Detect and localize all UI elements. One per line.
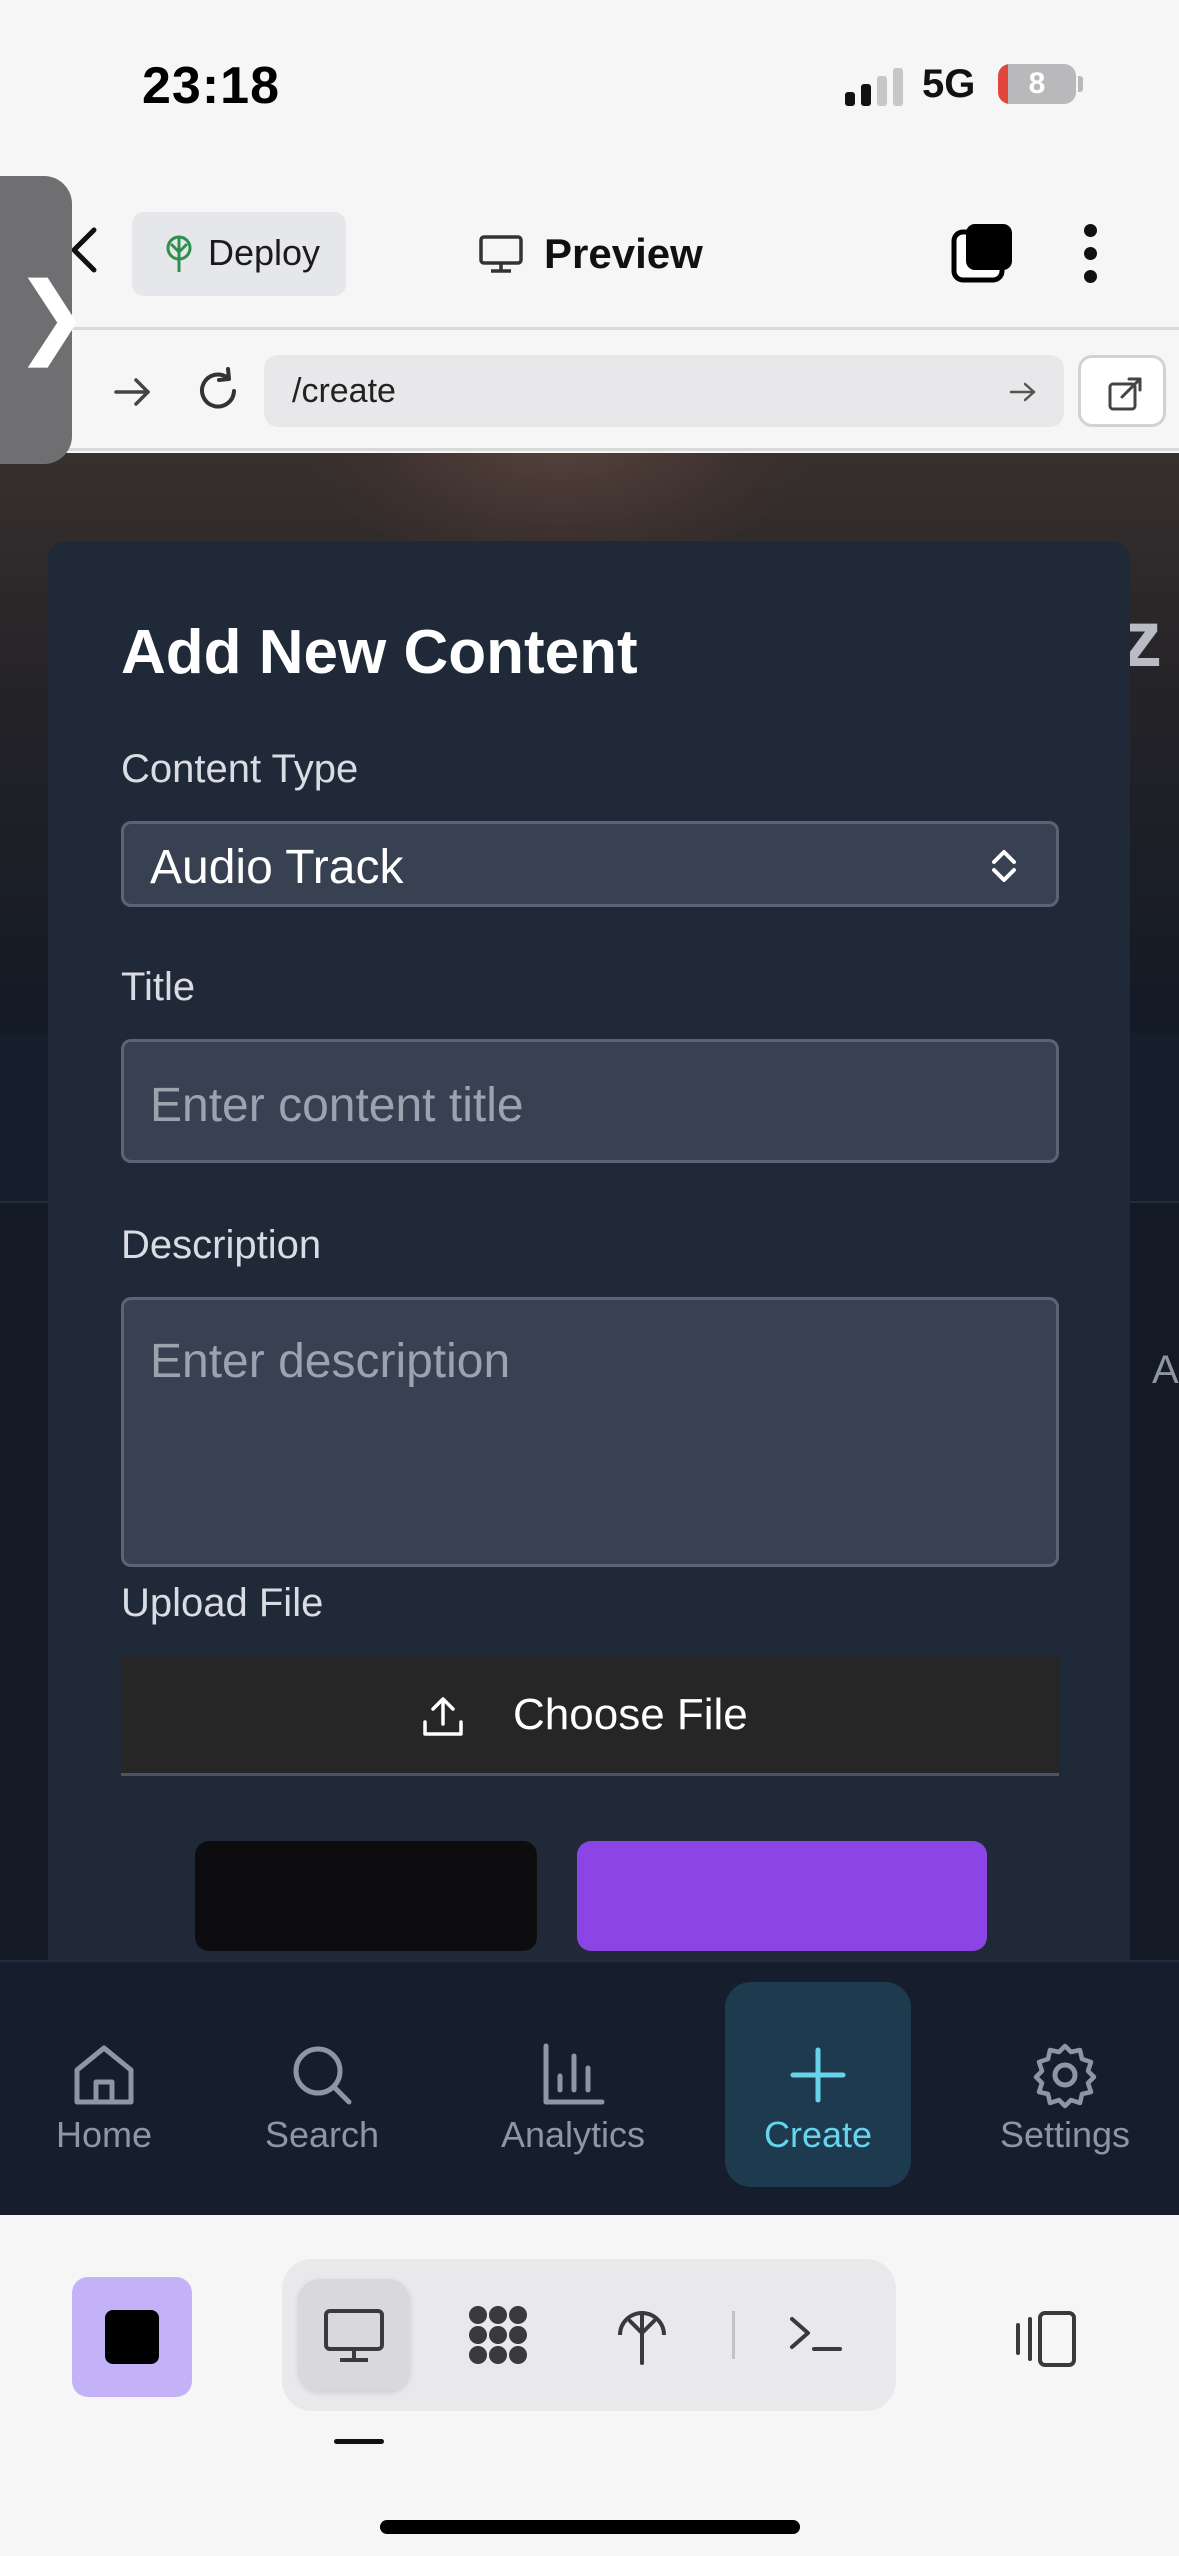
search-icon	[293, 2046, 352, 2105]
signal-icon	[845, 68, 903, 106]
nav-label: Home	[55, 2114, 153, 2155]
arrow-right-icon[interactable]	[110, 369, 156, 415]
cancel-button[interactable]	[195, 1841, 537, 1951]
preview-label: Preview	[544, 230, 703, 277]
submit-button[interactable]	[577, 1841, 987, 1951]
description-placeholder: Enter description	[150, 1335, 511, 1388]
tabs-button[interactable]	[950, 222, 1014, 286]
monitor-icon	[324, 2309, 384, 2362]
url-text: /create	[292, 372, 396, 410]
content-type-value: Audio Track	[150, 841, 404, 894]
status-bar: 23:18 5G 8	[0, 0, 1179, 170]
drawer-toggle[interactable]: ❯	[0, 176, 89, 464]
tree-antenna-icon	[618, 2311, 666, 2365]
grid-blob-icon	[469, 2306, 527, 2364]
url-bar: /create	[0, 333, 1179, 451]
url-field[interactable]: /create	[264, 355, 1064, 427]
tree-antenna-icon	[166, 235, 192, 272]
mode-preview-button[interactable]	[298, 2279, 410, 2391]
title-placeholder: Enter content title	[150, 1079, 524, 1132]
choose-file-button[interactable]: Choose File	[121, 1656, 1059, 1776]
open-external-button[interactable]	[1078, 355, 1166, 427]
content-type-label: Content Type	[121, 747, 359, 791]
active-mode-indicator	[334, 2439, 384, 2444]
mode-divider	[732, 2311, 735, 2359]
mode-grid-button[interactable]	[442, 2279, 554, 2391]
app-switcher-button[interactable]	[72, 2277, 192, 2397]
mode-deploy-button[interactable]	[586, 2279, 698, 2391]
mode-switcher	[282, 2259, 896, 2411]
stacked-tabs-icon	[951, 224, 1012, 283]
battery-tip	[1078, 76, 1083, 92]
app-bar: Deploy Preview	[0, 170, 1179, 330]
nav-create[interactable]: Create	[725, 1982, 911, 2187]
description-label: Description	[121, 1223, 322, 1267]
bottom-toolbar	[0, 2215, 1179, 2556]
upload-label: Upload File	[121, 1581, 324, 1625]
deploy-button[interactable]: Deploy	[132, 212, 346, 296]
title-input[interactable]: Enter content title	[121, 1039, 1059, 1163]
chevron-right-icon: ❯	[14, 266, 90, 366]
deploy-label: Deploy	[208, 232, 321, 273]
gear-icon	[1033, 2043, 1097, 2109]
nav-label: Settings	[999, 2114, 1131, 2155]
nav-label: Search	[264, 2114, 380, 2155]
add-content-modal: Add New Content Content Type Audio Track…	[48, 541, 1130, 1960]
nav-search[interactable]: Search	[240, 1982, 404, 2187]
status-time: 23:18	[142, 57, 280, 115]
reload-icon[interactable]	[192, 365, 244, 417]
side-panel-icon[interactable]	[1010, 2309, 1082, 2369]
nav-label: Create	[763, 2114, 873, 2155]
nav-home[interactable]: Home	[22, 1982, 186, 2187]
upload-icon	[423, 1697, 463, 1736]
title-label: Title	[121, 965, 196, 1009]
modal-title: Add New Content	[121, 618, 638, 687]
vertical-dots-icon	[1084, 224, 1097, 237]
mode-terminal-button[interactable]	[760, 2279, 872, 2391]
stop-square-icon	[105, 2310, 159, 2364]
background-text: A	[1152, 1348, 1179, 1392]
nav-label: Analytics	[500, 2114, 646, 2155]
chevron-up-down-icon	[992, 850, 1016, 882]
bottom-nav: Home Search Analytics Create Settings	[0, 1960, 1179, 2215]
nav-analytics[interactable]: Analytics	[476, 1982, 670, 2187]
home-icon	[74, 2045, 134, 2105]
battery-icon: 8	[998, 64, 1076, 104]
content-type-select[interactable]: Audio Track	[121, 821, 1059, 907]
choose-file-label: Choose File	[513, 1690, 748, 1739]
more-menu-button[interactable]	[1070, 220, 1110, 286]
web-preview: z A Add New Content Content Type Audio T…	[0, 453, 1179, 1960]
description-textarea[interactable]: Enter description	[121, 1297, 1059, 1567]
monitor-icon	[479, 235, 523, 273]
home-indicator	[380, 2520, 800, 2534]
nav-settings[interactable]: Settings	[968, 1982, 1162, 2187]
bar-chart-icon	[543, 2043, 605, 2105]
network-label: 5G	[922, 62, 976, 106]
arrow-right-icon[interactable]	[1008, 377, 1038, 407]
plus-icon	[790, 2047, 846, 2103]
battery-level: 8	[1028, 67, 1046, 100]
terminal-icon	[790, 2317, 842, 2351]
external-link-icon	[1108, 377, 1142, 411]
preview-tab[interactable]: Preview	[478, 212, 738, 296]
